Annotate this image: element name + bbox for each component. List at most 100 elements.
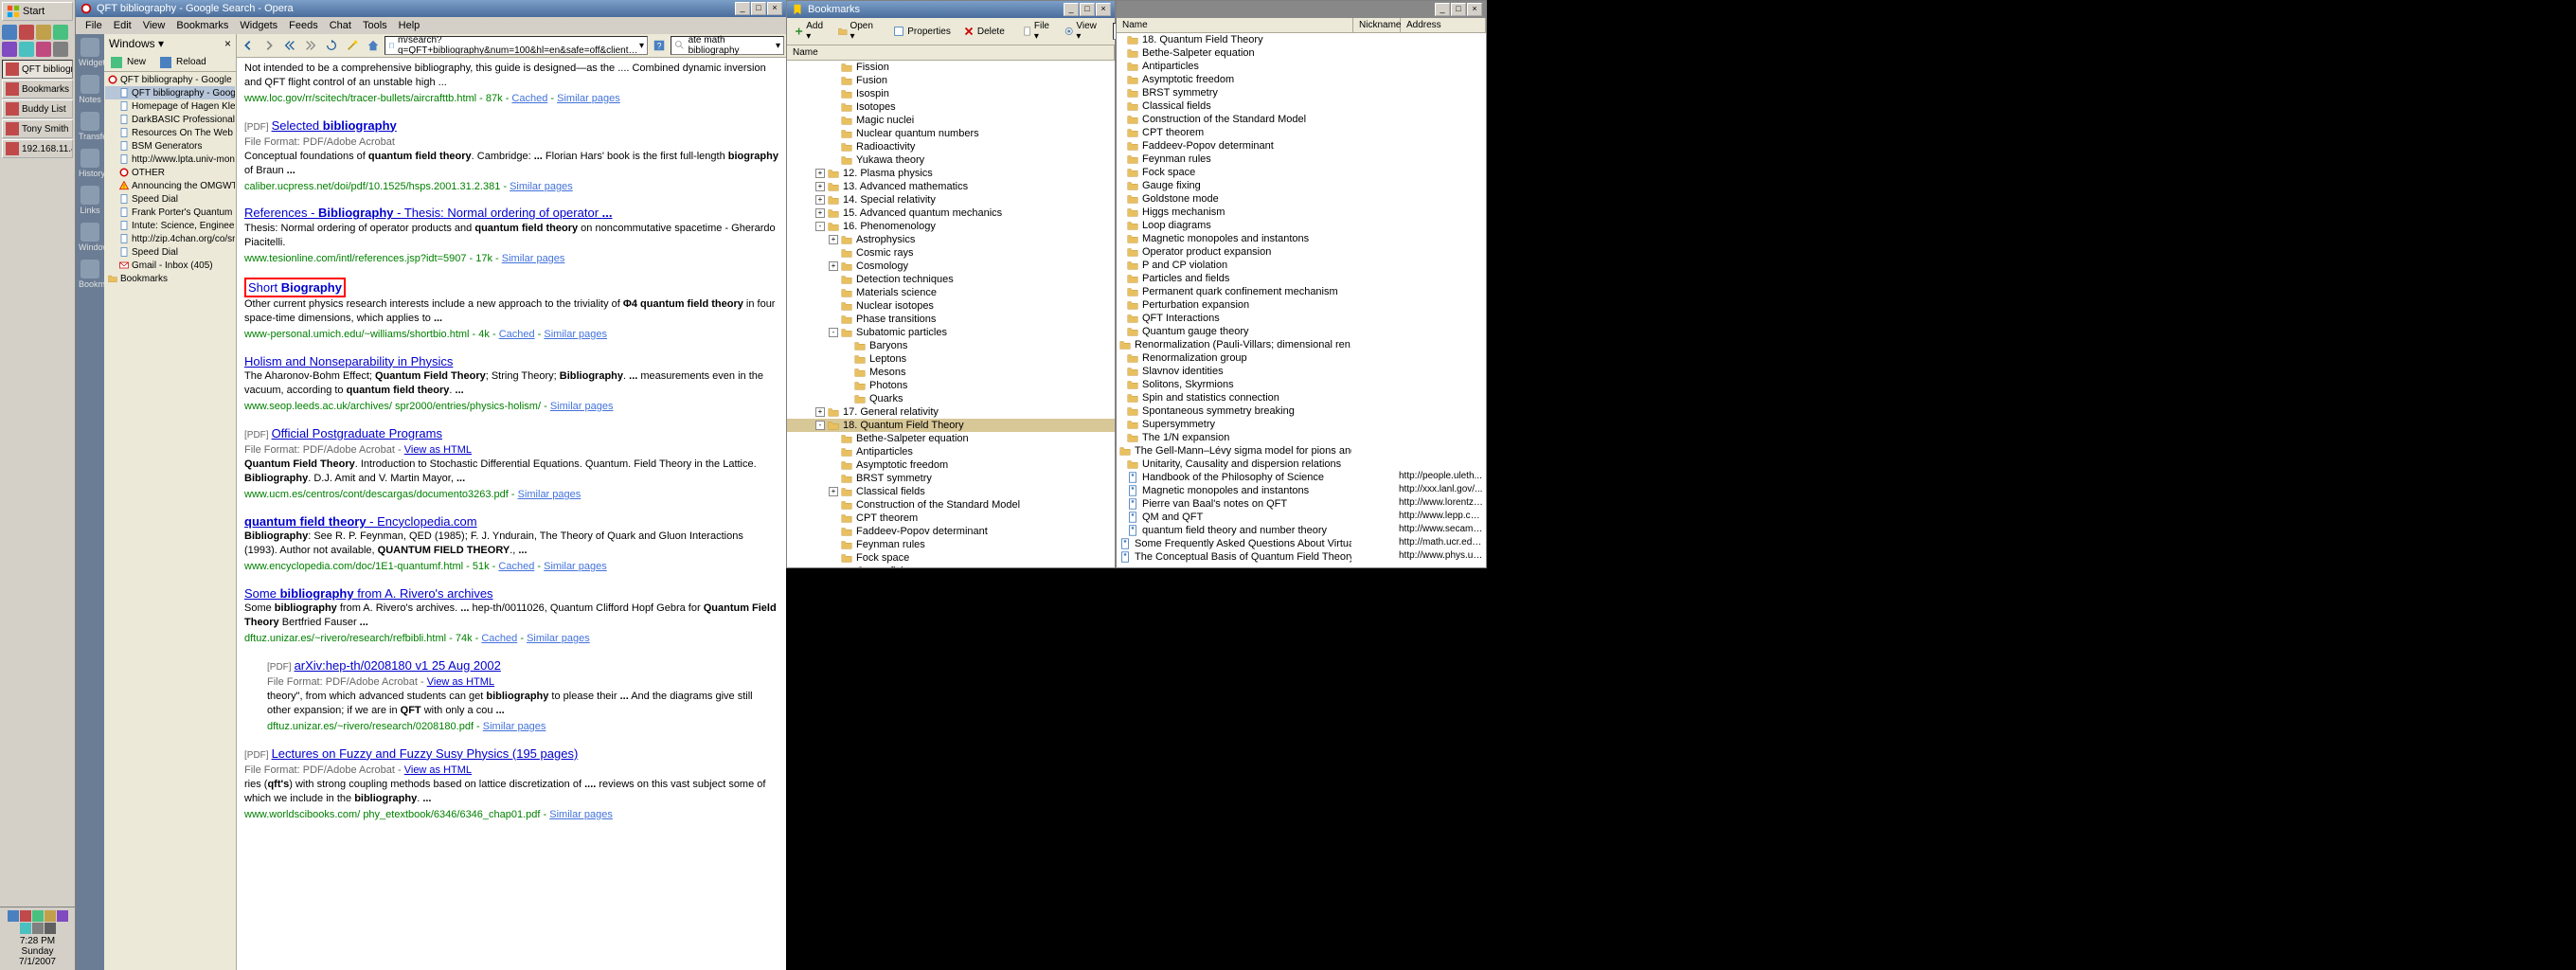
window-item[interactable]: BSM Generators: [105, 139, 235, 153]
bookmark-folder[interactable]: BRST symmetry: [787, 472, 1115, 485]
result-link[interactable]: Short Biography: [244, 280, 346, 295]
tray-icon[interactable]: [20, 910, 31, 922]
bookmark-folder[interactable]: +Astrophysics: [787, 233, 1115, 246]
bookmark-item[interactable]: QM and QFThttp://www.lepp.cor...: [1117, 511, 1486, 524]
bookmark-folder[interactable]: -16. Phenomenology: [787, 220, 1115, 233]
menu-help[interactable]: Help: [393, 18, 426, 33]
maximize-button[interactable]: □: [751, 2, 766, 15]
bookmark-folder[interactable]: Quantum gauge theory: [1117, 325, 1486, 338]
side-transfers[interactable]: Transfers: [79, 112, 101, 141]
ql-icon[interactable]: [53, 42, 68, 57]
expand-toggle[interactable]: +: [829, 261, 838, 271]
address-bar[interactable]: m/search?q=QFT+bibliography&num=100&hl=e…: [385, 36, 648, 55]
side-bookmarks[interactable]: Bookmarks: [79, 260, 101, 289]
bookmark-folder[interactable]: +Cosmology: [787, 260, 1115, 273]
bookmark-folder[interactable]: Renormalization (Pauli-Villars; dimensio…: [1117, 338, 1486, 351]
bookmark-folder[interactable]: Detection techniques: [787, 273, 1115, 286]
menu-feeds[interactable]: Feeds: [283, 18, 324, 33]
bookmark-folder[interactable]: Nuclear isotopes: [787, 299, 1115, 313]
menu-edit[interactable]: Edit: [108, 18, 137, 33]
window-item[interactable]: http://www.lpta.univ-montp2.fr/user...: [105, 153, 235, 166]
result-link[interactable]: Some bibliography from A. Rivero's archi…: [244, 586, 493, 601]
bookmark-folder[interactable]: CPT theorem: [787, 512, 1115, 525]
side-windows[interactable]: Windows: [79, 223, 101, 252]
bookmark-folder[interactable]: Goldstone mode: [1117, 192, 1486, 206]
side-history[interactable]: History: [79, 149, 101, 178]
bookmark-folder[interactable]: Asymptotic freedom: [1117, 73, 1486, 86]
bookmark-folder[interactable]: Fock space: [787, 551, 1115, 565]
bookmark-folder[interactable]: Radioactivity: [787, 140, 1115, 153]
expand-toggle[interactable]: +: [829, 487, 838, 496]
minimize-button[interactable]: _: [735, 2, 750, 15]
tray-icon[interactable]: [32, 923, 44, 934]
bookmark-folder[interactable]: Magnetic monopoles and instantons: [1117, 232, 1486, 245]
window-item[interactable]: Resources On The Web - Bad Astron...: [105, 126, 235, 139]
taskbar-item[interactable]: Buddy List: [2, 99, 73, 118]
bookmark-item[interactable]: Pierre van Baal's notes on QFThttp://www…: [1117, 497, 1486, 511]
menu-file[interactable]: File: [80, 18, 108, 33]
minimize-button[interactable]: _: [1435, 3, 1450, 16]
expand-toggle[interactable]: -: [815, 222, 825, 231]
expand-toggle[interactable]: +: [815, 195, 825, 205]
bookmark-folder[interactable]: Isospin: [787, 87, 1115, 100]
delete-button[interactable]: Delete: [959, 24, 1008, 39]
bookmark-item[interactable]: quantum field theory and number theoryht…: [1117, 524, 1486, 537]
window-item[interactable]: QFT bibliography - Google Search: [105, 86, 235, 99]
menu-view[interactable]: View: [137, 18, 171, 33]
bookmark-folder[interactable]: Quarks: [787, 392, 1115, 405]
tray-icon[interactable]: [45, 910, 56, 922]
back-button[interactable]: [239, 36, 258, 55]
bookmark-folder[interactable]: Feynman rules: [1117, 153, 1486, 166]
panel-close-icon[interactable]: ×: [224, 37, 231, 50]
bookmark-folder[interactable]: CPT theorem: [1117, 126, 1486, 139]
result-link[interactable]: quantum field theory - Encyclopedia.com: [244, 514, 477, 529]
ql-icon[interactable]: [19, 42, 34, 57]
bookmark-folder[interactable]: Baryons: [787, 339, 1115, 352]
bookmark-folder[interactable]: Perturbation expansion: [1117, 298, 1486, 312]
bookmark-folder[interactable]: +12. Plasma physics: [787, 167, 1115, 180]
tray-icon[interactable]: [45, 923, 56, 934]
tray-icon[interactable]: [32, 910, 44, 922]
view-menu[interactable]: View ▾: [1061, 20, 1102, 43]
window-item[interactable]: !Announcing the OMGWTWTF Winner - ...: [105, 179, 235, 192]
panel-title[interactable]: Windows ▾: [109, 37, 164, 50]
window-item[interactable]: Intute: Science, Engineering and Tec...: [105, 219, 235, 232]
bookmark-list[interactable]: 18. Quantum Field TheoryBethe-Salpeter e…: [1117, 33, 1486, 567]
bookmark-folder[interactable]: -18. Quantum Field Theory: [787, 419, 1115, 432]
bookmark-folder[interactable]: Construction of the Standard Model: [1117, 113, 1486, 126]
open-button[interactable]: Open ▾: [834, 20, 878, 43]
window-item[interactable]: Frank Porter's Quantum Mechanics Page: [105, 206, 235, 219]
bookmark-folder[interactable]: Unitarity, Causality and dispersion rela…: [1117, 458, 1486, 471]
bookmark-tree[interactable]: FissionFusionIsospinIsotopesMagic nuclei…: [787, 61, 1115, 567]
bookmark-folder[interactable]: Solitons, Skyrmions: [1117, 378, 1486, 391]
ql-icon[interactable]: [19, 25, 34, 40]
bookmark-item[interactable]: Some Frequently Asked Questions About Vi…: [1117, 537, 1486, 550]
bookmark-folder[interactable]: Slavnov identities: [1117, 365, 1486, 378]
column-headers[interactable]: Name: [787, 45, 1115, 61]
bookmark-folder[interactable]: Permanent quark confinement mechanism: [1117, 285, 1486, 298]
bookmark-folder[interactable]: Bethe-Salpeter equation: [787, 432, 1115, 445]
reload-button[interactable]: Reload: [157, 55, 212, 69]
expand-toggle[interactable]: +: [815, 407, 825, 417]
result-link[interactable]: arXiv:hep-th/0208180 v1 25 Aug 2002: [295, 658, 501, 673]
column-headers[interactable]: Name Nickname Address: [1117, 18, 1486, 33]
bookmark-folder[interactable]: P and CP violation: [1117, 259, 1486, 272]
wand-button[interactable]: [343, 36, 362, 55]
expand-toggle[interactable]: +: [815, 182, 825, 191]
window-item[interactable]: Bookmarks: [105, 272, 235, 285]
menu-chat[interactable]: Chat: [324, 18, 357, 33]
bookmark-folder[interactable]: Nuclear quantum numbers: [787, 127, 1115, 140]
bookmark-folder[interactable]: Operator product expansion: [1117, 245, 1486, 259]
tray-icon[interactable]: [20, 923, 31, 934]
side-widgets[interactable]: Widgets: [79, 38, 101, 67]
bookmark-folder[interactable]: Supersymmetry: [1117, 418, 1486, 431]
maximize-button[interactable]: □: [1451, 3, 1466, 16]
result-link[interactable]: Lectures on Fuzzy and Fuzzy Susy Physics…: [272, 746, 579, 761]
bm-titlebar[interactable]: _□×: [1117, 1, 1486, 18]
file-menu[interactable]: File ▾: [1019, 20, 1055, 43]
bookmark-folder[interactable]: Mesons: [787, 366, 1115, 379]
bookmark-folder[interactable]: Faddeev-Popov determinant: [787, 525, 1115, 538]
bookmark-item[interactable]: Handbook of the Philosophy of Sciencehtt…: [1117, 471, 1486, 484]
bookmark-folder[interactable]: Phase transitions: [787, 313, 1115, 326]
bookmark-folder[interactable]: +Classical fields: [787, 485, 1115, 498]
